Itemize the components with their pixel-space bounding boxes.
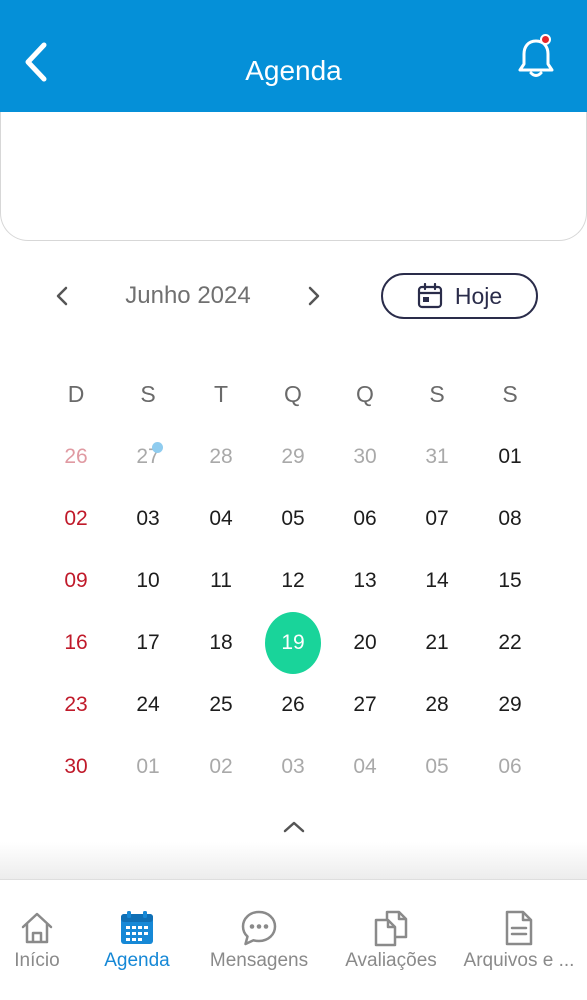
calendar-day[interactable]: 04 — [191, 494, 251, 544]
next-month-button[interactable] — [298, 280, 330, 312]
calendar-day[interactable]: 02 — [46, 494, 106, 544]
calendar-day[interactable]: 03 — [118, 494, 178, 544]
weekday-label: S — [502, 381, 518, 407]
calendar-day[interactable]: 29 — [480, 680, 540, 730]
calendar-day[interactable]: 11 — [191, 556, 251, 606]
chevron-right-icon — [308, 286, 320, 306]
notifications-button[interactable] — [512, 34, 560, 82]
calendar-day[interactable]: 10 — [118, 556, 178, 606]
bottom-shadow — [0, 842, 587, 880]
calendar-day[interactable]: 30 — [46, 742, 106, 792]
calendar-day[interactable]: 23 — [46, 680, 106, 730]
calendar-day[interactable]: 13 — [335, 556, 395, 606]
calendar-day[interactable]: 08 — [480, 494, 540, 544]
chevron-up-icon — [283, 821, 305, 833]
bottom-nav: Início Agenda Mensagens Avaliações Arqui… — [0, 879, 587, 1000]
calendar-day[interactable]: 30 — [335, 432, 395, 482]
weekday-label: D — [67, 381, 85, 407]
calendar-day[interactable]: 15 — [480, 556, 540, 606]
calendar-day[interactable]: 03 — [263, 742, 323, 792]
home-icon — [21, 912, 53, 944]
calendar-day[interactable]: 14 — [407, 556, 467, 606]
documents-icon — [374, 910, 408, 947]
file-icon — [505, 910, 533, 946]
event-indicator — [152, 442, 163, 453]
calendar-day-selected[interactable]: 19 — [265, 612, 321, 674]
calendar-day[interactable]: 01 — [480, 432, 540, 482]
nav-label: Arquivos e ... — [463, 950, 575, 971]
today-button-label: Hoje — [454, 282, 503, 309]
nav-item-mensagens[interactable]: Mensagens — [210, 880, 308, 1000]
calendar-day[interactable]: 27 — [118, 432, 178, 482]
calendar-day[interactable]: 21 — [407, 618, 467, 668]
calendar-day[interactable]: 26 — [263, 680, 323, 730]
calendar-day[interactable]: 28 — [407, 680, 467, 730]
calendar-day[interactable]: 04 — [335, 742, 395, 792]
top-panel — [0, 112, 587, 241]
calendar-day[interactable]: 27 — [335, 680, 395, 730]
weekday-label: T — [213, 381, 229, 407]
calendar-day[interactable]: 31 — [407, 432, 467, 482]
calendar-day[interactable]: 12 — [263, 556, 323, 606]
notification-badge — [540, 34, 551, 45]
calendar-day[interactable]: 06 — [480, 742, 540, 792]
calendar-day[interactable]: 02 — [191, 742, 251, 792]
nav-label: Início — [14, 950, 60, 971]
weekday-label: Q — [356, 381, 374, 407]
calendar-day[interactable]: 07 — [407, 494, 467, 544]
calendar-day[interactable]: 16 — [46, 618, 106, 668]
nav-item-inicio[interactable]: Início — [6, 880, 68, 1000]
page-title: Agenda — [245, 55, 342, 86]
calendar-day[interactable]: 26 — [46, 432, 106, 482]
weekday-label: S — [140, 381, 156, 407]
month-label: Junho 2024 — [125, 282, 251, 309]
nav-item-arquivos[interactable]: Arquivos e ... — [461, 880, 577, 1000]
calendar-day[interactable]: 28 — [191, 432, 251, 482]
calendar-day[interactable]: 17 — [118, 618, 178, 668]
previous-month-button[interactable] — [46, 280, 78, 312]
collapse-calendar-button[interactable] — [278, 812, 310, 842]
calendar-day[interactable]: 20 — [335, 618, 395, 668]
calendar-day[interactable]: 29 — [263, 432, 323, 482]
today-button[interactable]: Hoje — [381, 273, 538, 319]
calendar-icon — [121, 911, 153, 944]
calendar-day[interactable]: 09 — [46, 556, 106, 606]
calendar-day[interactable]: 01 — [118, 742, 178, 792]
month-navigation: Junho 2024 Hoje — [0, 270, 587, 322]
app-bar: Agenda — [0, 0, 587, 115]
nav-label: Agenda — [104, 950, 170, 971]
nav-label: Avaliações — [345, 950, 437, 971]
calendar-day[interactable]: 24 — [118, 680, 178, 730]
calendar-day[interactable]: 05 — [407, 742, 467, 792]
nav-item-avaliacoes[interactable]: Avaliações — [340, 880, 442, 1000]
weekday-label: S — [429, 381, 445, 407]
weekday-label: Q — [284, 381, 302, 407]
nav-item-agenda[interactable]: Agenda — [98, 880, 176, 1000]
calendar-day[interactable]: 05 — [263, 494, 323, 544]
nav-label: Mensagens — [209, 950, 309, 971]
calendar-day[interactable]: 06 — [335, 494, 395, 544]
chevron-left-icon — [56, 286, 68, 306]
calendar-icon — [417, 283, 442, 309]
chat-icon — [241, 910, 277, 946]
calendar-day[interactable]: 18 — [191, 618, 251, 668]
calendar-day[interactable]: 22 — [480, 618, 540, 668]
calendar-day[interactable]: 25 — [191, 680, 251, 730]
